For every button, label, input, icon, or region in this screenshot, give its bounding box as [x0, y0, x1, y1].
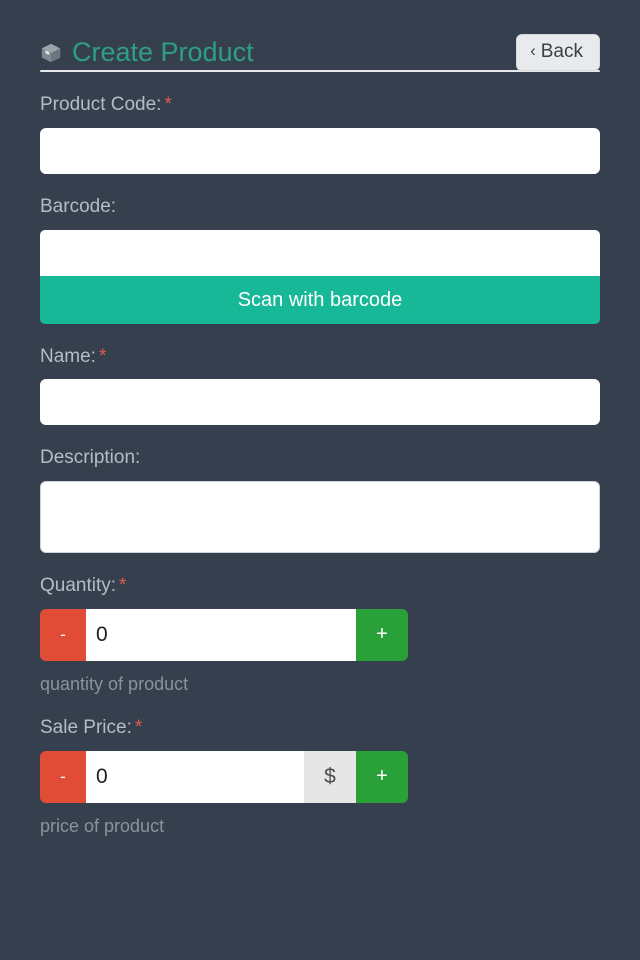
name-input[interactable] — [40, 379, 600, 426]
label-name-text: Name: — [40, 345, 96, 367]
label-quantity: Quantity: * — [40, 575, 600, 598]
required-asterisk: * — [98, 345, 107, 367]
sale-price-increment-button[interactable]: + — [356, 750, 408, 803]
sale-price-stepper: - $ + — [40, 750, 408, 803]
label-product-code: Product Code: * — [40, 94, 600, 117]
quantity-help-text: quantity of product — [40, 673, 189, 694]
field-name: Name: * — [40, 346, 600, 426]
title-group: Create Product — [40, 36, 254, 67]
required-asterisk: * — [134, 716, 143, 738]
chevron-left-icon: ‹ — [530, 40, 536, 60]
sale-price-help-text: price of product — [40, 815, 165, 836]
label-quantity-text: Quantity: — [40, 575, 117, 597]
sale-price-input[interactable] — [86, 750, 304, 803]
label-product-code-text: Product Code: — [40, 94, 162, 115]
required-asterisk: * — [119, 575, 127, 597]
field-quantity: Quantity:* - + quantity of product — [40, 575, 600, 695]
back-button-label: Back — [540, 40, 583, 62]
product-code-input[interactable] — [40, 127, 600, 174]
field-barcode: Barcode: Scan with barcode — [40, 196, 600, 324]
label-sale-price: Sale Price: * — [40, 717, 600, 740]
scan-with-barcode-button[interactable]: Scan with barcode — [40, 275, 600, 324]
header-divider — [40, 70, 600, 72]
label-sale-price-text: Sale Price: — [40, 716, 132, 738]
create-product-page: Create Product ‹ Back Product Code: * Bar… — [0, 0, 640, 960]
barcode-input[interactable] — [40, 229, 600, 276]
required-asterisk: * — [164, 94, 172, 115]
page-title: Create Product — [72, 36, 254, 67]
description-textarea[interactable] — [40, 481, 600, 554]
field-sale-price: Sale Price:* - $ + price of product — [40, 717, 600, 837]
field-description: Description: — [40, 447, 600, 554]
currency-addon: $ — [304, 750, 356, 803]
page-header: Create Product ‹ Back — [40, 0, 600, 71]
quantity-decrement-button[interactable]: - — [40, 608, 86, 661]
quantity-input[interactable] — [86, 608, 356, 661]
field-product-code: Product Code: * — [40, 94, 600, 174]
label-name: Name: * — [40, 346, 600, 369]
label-barcode: Barcode: — [40, 195, 117, 217]
quantity-stepper: - + — [40, 608, 408, 661]
sale-price-decrement-button[interactable]: - — [40, 750, 86, 803]
back-button[interactable]: ‹ Back — [516, 33, 600, 71]
label-description: Description: — [40, 447, 141, 469]
box-icon — [40, 40, 62, 64]
quantity-increment-button[interactable]: + — [356, 608, 408, 661]
